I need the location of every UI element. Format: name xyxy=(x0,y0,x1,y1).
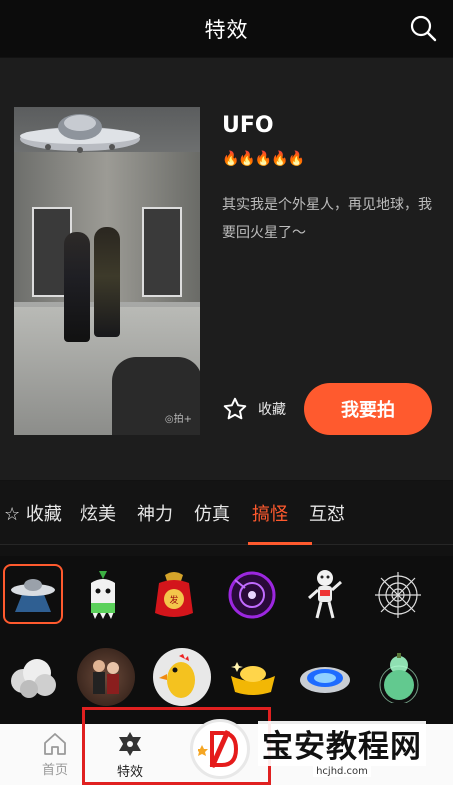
effect-purple-disc[interactable] xyxy=(223,566,281,624)
effect-red-envelope-bag[interactable]: 发 xyxy=(145,566,203,624)
tab-gaoguai[interactable]: 搞怪 xyxy=(248,481,312,545)
green-gourd-icon xyxy=(379,653,419,703)
effect-description: 其实我是个外星人，再见地球，我要回火星了～ xyxy=(222,197,432,241)
effect-spider-web[interactable] xyxy=(369,566,427,624)
star-of-david-icon xyxy=(119,731,141,756)
effect-preview-video[interactable]: ◎拍+ xyxy=(14,107,200,435)
nav-home[interactable]: 首页 xyxy=(0,724,110,785)
nav-effects-label: 特效 xyxy=(116,764,143,780)
page-title: 特效 xyxy=(204,17,249,42)
tab-shenli[interactable]: 神力 xyxy=(137,481,173,545)
favorite-label: 收藏 xyxy=(258,402,286,418)
effect-green-gourd[interactable] xyxy=(370,648,428,706)
ufo-icon xyxy=(20,114,140,153)
site-logo-icon xyxy=(190,719,250,779)
effect-blue-portal[interactable] xyxy=(296,648,354,706)
effect-name: UFO xyxy=(222,113,274,138)
radish-ghost-icon xyxy=(91,571,115,619)
effect-radish-ghost[interactable] xyxy=(74,566,132,624)
tab-hudui[interactable]: 互怼 xyxy=(309,481,345,545)
effects-grid: 发 xyxy=(0,556,453,724)
site-watermark: 宝安教程网 hcjhd.com xyxy=(190,713,453,785)
category-tabs: ☆ 收藏 炫美 神力 仿真 搞怪 互怼 xyxy=(0,481,453,545)
purple-disc-icon xyxy=(228,571,276,619)
effect-dancing-robot[interactable] xyxy=(296,566,354,624)
dancers-photo-icon xyxy=(93,660,119,694)
site-name: 宝安教程网 xyxy=(258,721,426,766)
preview-person xyxy=(64,232,90,342)
preview-watermark: ◎拍+ xyxy=(164,414,192,425)
dancing-robot-icon xyxy=(308,570,342,619)
spider-web-icon xyxy=(375,572,421,618)
top-bar: 特效 xyxy=(0,0,453,57)
tab-favorites[interactable]: ☆ 收藏 xyxy=(4,481,62,545)
star-outline-icon xyxy=(223,397,247,420)
tab-fangzhen[interactable]: 仿真 xyxy=(194,481,230,545)
effect-smoke-cloud[interactable] xyxy=(3,648,61,706)
ufo-icon xyxy=(11,579,55,612)
rubber-chicken-icon xyxy=(159,654,195,698)
favorite-button[interactable]: 收藏 xyxy=(222,396,286,422)
smoke-cloud-icon xyxy=(11,659,56,698)
preview-shelf xyxy=(142,207,182,297)
effect-rubber-chicken[interactable] xyxy=(153,648,211,706)
blue-portal-icon xyxy=(300,667,350,693)
nav-effects[interactable]: 特效 xyxy=(110,724,150,785)
gold-ingot-icon xyxy=(231,662,275,695)
nav-home-label: 首页 xyxy=(41,762,68,778)
effect-dancers-photo[interactable] xyxy=(77,648,135,706)
shoot-button[interactable]: 我要拍 xyxy=(304,383,432,435)
home-icon xyxy=(44,732,66,755)
site-url: hcjhd.com xyxy=(313,766,371,777)
effect-ufo[interactable] xyxy=(3,564,63,624)
rating-flames: 🔥🔥🔥🔥🔥 xyxy=(222,151,305,167)
featured-effect-panel: ◎拍+ UFO 🔥🔥🔥🔥🔥 其实我是个外星人，再见地球，我要回火星了～ 收藏 我… xyxy=(0,58,453,480)
red-envelope-bag-icon: 发 xyxy=(155,572,193,617)
effect-gold-ingot[interactable] xyxy=(224,648,282,706)
svg-text:发: 发 xyxy=(169,594,178,606)
tab-xuanmei[interactable]: 炫美 xyxy=(80,481,116,545)
preview-person xyxy=(94,227,120,337)
search-icon[interactable] xyxy=(409,14,437,42)
